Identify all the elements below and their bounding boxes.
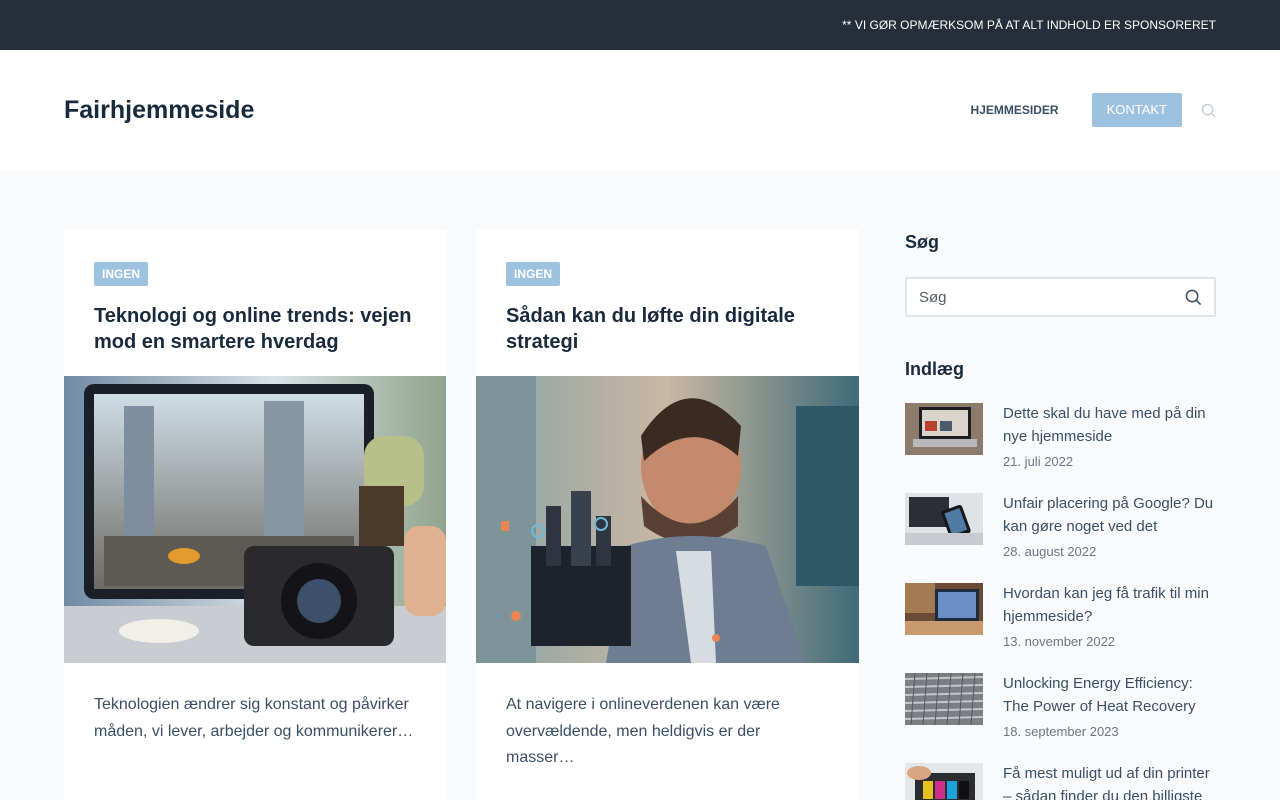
- post-title[interactable]: Teknologi og online trends: vejen mod en…: [94, 303, 416, 355]
- post-date: 28. august 2022: [1003, 544, 1097, 559]
- top-notice-bar: ** VI GØR OPMÆRKSOM PÅ AT ALT INDHOLD ER…: [0, 0, 1280, 50]
- sponsor-notice: ** VI GØR OPMÆRKSOM PÅ AT ALT INDHOLD ER…: [842, 18, 1216, 32]
- search-icon[interactable]: [1201, 103, 1216, 118]
- list-item[interactable]: Dette skal du have med på din nye hjemme…: [905, 403, 1216, 469]
- site-logo[interactable]: Fairhjemmeside: [64, 96, 254, 125]
- post-excerpt: Teknologien ændrer sig konstant og påvir…: [94, 696, 414, 740]
- post-link[interactable]: Dette skal du have med på din nye hjemme…: [1003, 402, 1216, 448]
- sidebar-search-box: [905, 277, 1216, 317]
- post-date: 13. november 2022: [1003, 634, 1116, 649]
- site-header: Fairhjemmeside HJEMMESIDER KONTAKT: [0, 50, 1280, 170]
- post-image[interactable]: [64, 376, 446, 663]
- main-content: INGEN Teknologi og online trends: vejen …: [0, 170, 1280, 800]
- post-link[interactable]: Hvordan kan jeg få trafik til min hjemme…: [1003, 582, 1216, 628]
- post-thumbnail[interactable]: [905, 763, 983, 800]
- recent-posts-list: Dette skal du have med på din nye hjemme…: [905, 403, 1216, 800]
- list-item[interactable]: Få mest muligt ud af din printer – sådan…: [905, 763, 1216, 800]
- list-item[interactable]: Hvordan kan jeg få trafik til min hjemme…: [905, 583, 1216, 649]
- post-card: INGEN Sådan kan du løfte din digitale st…: [476, 230, 859, 800]
- post-title[interactable]: Sådan kan du løfte din digitale strategi: [506, 303, 829, 355]
- post-grid: INGEN Teknologi og online trends: vejen …: [64, 230, 859, 800]
- post-thumbnail[interactable]: [905, 673, 983, 725]
- post-thumbnail[interactable]: [905, 403, 983, 455]
- post-date: 21. juli 2022: [1003, 454, 1074, 469]
- post-date: 18. september 2023: [1003, 724, 1119, 739]
- category-tag[interactable]: INGEN: [94, 262, 149, 286]
- category-tag[interactable]: INGEN: [506, 262, 561, 286]
- post-image[interactable]: [476, 376, 859, 663]
- post-excerpt: At navigere i onlineverdenen kan være ov…: [506, 696, 780, 766]
- post-thumbnail[interactable]: [905, 583, 983, 635]
- search-widget-title: Søg: [905, 232, 939, 252]
- search-input[interactable]: [919, 288, 1185, 306]
- post-link[interactable]: Unlocking Energy Efficiency: The Power o…: [1003, 672, 1216, 718]
- post-link[interactable]: Unfair placering på Google? Du kan gøre …: [1003, 492, 1216, 538]
- posts-widget-title: Indlæg: [905, 359, 964, 379]
- post-link[interactable]: Få mest muligt ud af din printer – sådan…: [1003, 762, 1216, 800]
- search-icon[interactable]: [1185, 289, 1202, 306]
- main-nav: HJEMMESIDER KONTAKT: [971, 93, 1216, 127]
- list-item[interactable]: Unlocking Energy Efficiency: The Power o…: [905, 673, 1216, 739]
- post-thumbnail[interactable]: [905, 493, 983, 545]
- nav-item-hjemmesider[interactable]: HJEMMESIDER: [971, 103, 1059, 117]
- contact-button[interactable]: KONTAKT: [1091, 93, 1182, 127]
- post-card: INGEN Teknologi og online trends: vejen …: [64, 230, 446, 800]
- list-item[interactable]: Unfair placering på Google? Du kan gøre …: [905, 493, 1216, 559]
- sidebar: Søg Indlæg Dette skal du have med på din…: [905, 230, 1216, 800]
